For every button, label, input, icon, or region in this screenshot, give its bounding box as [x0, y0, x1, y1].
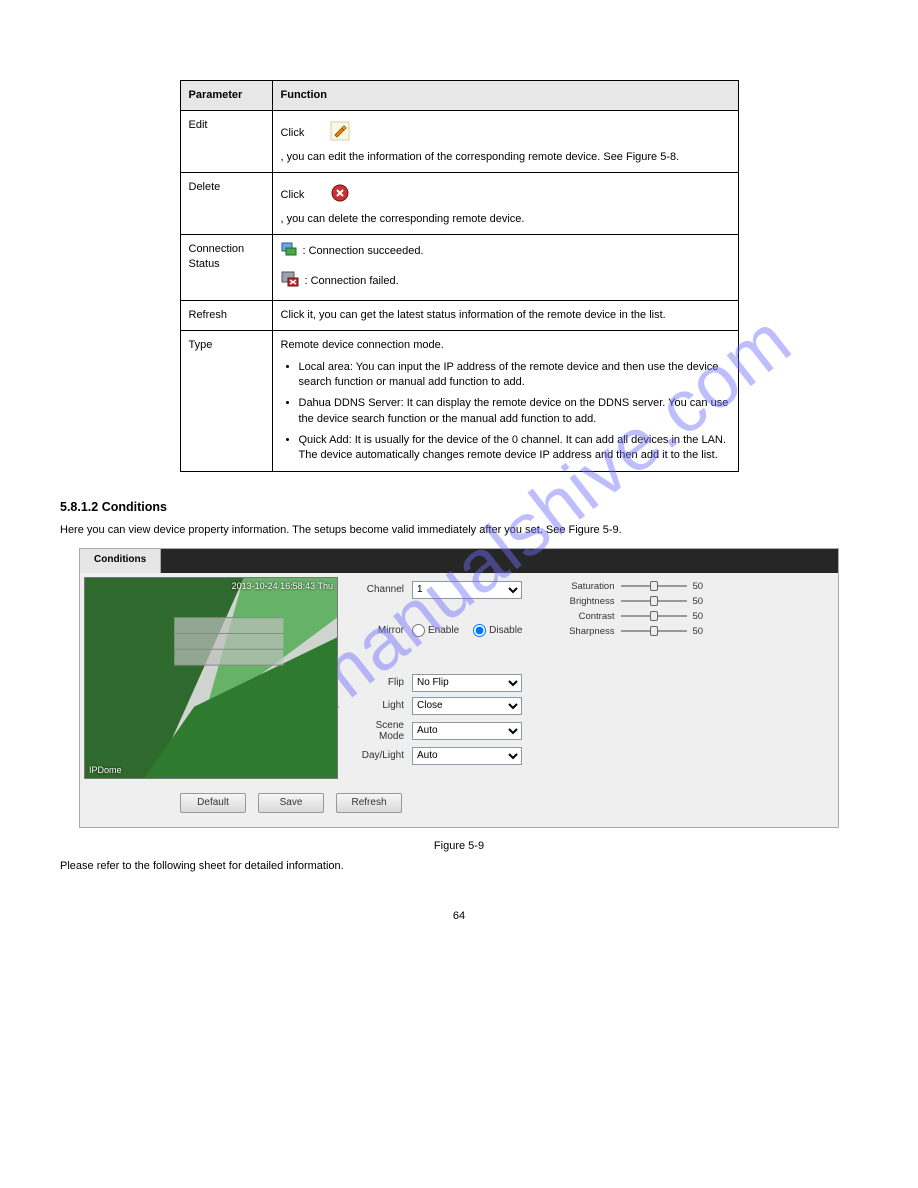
figure-note: Please refer to the following sheet for … [60, 860, 918, 872]
func-cell-refresh: Click it, you can get the latest status … [272, 300, 738, 330]
col-header-function: Function [272, 81, 738, 111]
section-heading-conditions: 5.8.1.2 Conditions [60, 500, 918, 514]
func-cell-connstatus: : Connection succeeded. : Connection fai… [272, 234, 738, 300]
mirror-label: Mirror [350, 625, 412, 636]
type-intro: Remote device connection mode. [281, 338, 730, 353]
channel-select[interactable]: 1 [412, 581, 522, 599]
type-bullet-ddns: Dahua DDNS Server: It can display the re… [299, 396, 730, 427]
mirror-enable-radio[interactable]: Enable [412, 624, 459, 637]
edit-icon [330, 121, 350, 146]
flip-select[interactable]: No Flip [412, 674, 522, 692]
table-row: Connection Status : Connection succeeded… [180, 234, 738, 300]
saturation-value: 50 [693, 581, 711, 592]
param-cell-refresh: Refresh [180, 300, 272, 330]
scenemode-label: Scene Mode [350, 720, 412, 742]
param-cell-delete: Delete [180, 173, 272, 235]
mirror-disable-radio[interactable]: Disable [473, 624, 522, 637]
saturation-label: Saturation [563, 581, 621, 592]
channel-label: Channel [350, 584, 412, 595]
func-prefix: Click [281, 188, 305, 203]
conditions-screenshot: Conditions 2013-10-24 16:58:43 Thu IPDom… [79, 548, 839, 828]
status-fail-icon [281, 271, 299, 292]
contrast-value: 50 [693, 611, 711, 622]
brightness-label: Brightness [563, 596, 621, 607]
func-prefix: Click [281, 126, 305, 141]
table-row: Type Remote device connection mode. Loca… [180, 331, 738, 472]
tabstrip: Conditions [80, 549, 838, 573]
mirror-disable-input[interactable] [473, 624, 486, 637]
status-fail-text: : Connection failed. [305, 274, 399, 289]
func-cell-type: Remote device connection mode. Local are… [272, 331, 738, 472]
daylight-select[interactable]: Auto [412, 747, 522, 765]
contrast-slider[interactable] [621, 615, 687, 617]
osd-channel-name: IPDome [89, 765, 122, 775]
type-bullet-local: Local area: You can input the IP address… [299, 360, 730, 391]
sharpness-slider[interactable] [621, 630, 687, 632]
brightness-slider[interactable] [621, 600, 687, 602]
table-row: Refresh Click it, you can get the latest… [180, 300, 738, 330]
figure-caption: Figure 5-9 [0, 840, 918, 852]
sharpness-value: 50 [693, 626, 711, 637]
tab-conditions[interactable]: Conditions [80, 549, 161, 573]
param-cell-connstatus: Connection Status [180, 234, 272, 300]
param-cell-type: Type [180, 331, 272, 472]
saturation-slider[interactable] [621, 585, 687, 587]
table-row: Delete Click , you can delete the corres… [180, 173, 738, 235]
delete-icon [330, 183, 350, 208]
light-select[interactable]: Close [412, 697, 522, 715]
mirror-enable-input[interactable] [412, 624, 425, 637]
table-row: Edit Click , you can edit the informatio [180, 111, 738, 173]
param-cell-edit: Edit [180, 111, 272, 173]
func-cell-delete: Click , you can delete the corresponding… [272, 173, 738, 235]
col-header-parameter: Parameter [180, 81, 272, 111]
flip-label: Flip [350, 677, 412, 688]
light-label: Light [350, 700, 412, 711]
status-ok-text: : Connection succeeded. [303, 244, 424, 259]
section-text-conditions: Here you can view device property inform… [60, 524, 918, 536]
type-bullet-quickadd: Quick Add: It is usually for the device … [299, 433, 730, 464]
parameter-table: Parameter Function Edit Click [180, 80, 739, 472]
video-preview: 2013-10-24 16:58:43 Thu IPDome [84, 577, 338, 779]
refresh-button[interactable]: Refresh [336, 793, 402, 813]
func-suffix: , you can delete the corresponding remot… [281, 213, 525, 225]
func-suffix: , you can edit the information of the co… [281, 151, 680, 163]
sliders-group: Saturation 50 Brightness 50 Contrast [563, 581, 711, 642]
osd-timestamp: 2013-10-24 16:58:43 Thu [232, 581, 333, 591]
brightness-value: 50 [693, 596, 711, 607]
contrast-label: Contrast [563, 611, 621, 622]
daylight-label: Day/Light [350, 750, 412, 761]
save-button[interactable]: Save [258, 793, 324, 813]
scenemode-select[interactable]: Auto [412, 722, 522, 740]
sharpness-label: Sharpness [563, 626, 621, 637]
status-ok-icon [281, 242, 297, 261]
default-button[interactable]: Default [180, 793, 246, 813]
page-number: 64 [0, 910, 918, 952]
func-cell-edit: Click , you can edit the information of … [272, 111, 738, 173]
